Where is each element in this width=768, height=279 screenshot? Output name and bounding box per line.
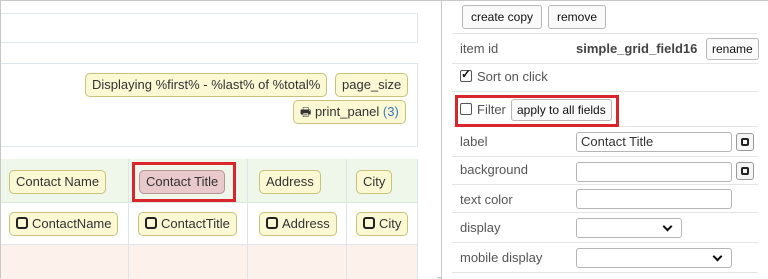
selection-highlight-box xyxy=(132,162,236,202)
text-color-input[interactable] xyxy=(576,189,732,209)
app-window: Displaying %first% - %last% of %total% p… xyxy=(0,0,768,279)
label-label: label xyxy=(460,134,488,149)
printer-icon: 🖶 xyxy=(300,105,312,119)
filter-highlight-box xyxy=(455,95,619,127)
header-field-contact-name[interactable]: Contact Name xyxy=(9,170,107,194)
data-field-contacttitle[interactable]: ContactTitle xyxy=(138,212,237,236)
actions-row: create copy remove xyxy=(452,1,758,34)
sort-on-click-checkbox[interactable] xyxy=(460,67,472,82)
label-input[interactable]: Contact Title xyxy=(576,132,732,152)
sort-on-click-label: Sort on click xyxy=(477,69,548,84)
header-field-address[interactable]: Address xyxy=(259,170,321,194)
item-id-value: simple_grid_field16 xyxy=(576,41,698,56)
text-color-label: text color xyxy=(460,192,513,207)
page-size-label: page_size xyxy=(342,77,402,92)
data-field-label: City xyxy=(379,216,402,231)
grid-toolbar: Displaying %first% - %last% of %total% p… xyxy=(1,63,418,147)
data-field-address[interactable]: Address xyxy=(259,212,337,236)
item-id-row: item id simple_grid_field16 rename xyxy=(452,34,759,64)
column-divider xyxy=(247,159,248,279)
rename-button[interactable]: rename xyxy=(706,38,759,60)
print-panel-count: (3) xyxy=(382,104,399,119)
background-input[interactable] xyxy=(576,162,732,182)
print-panel-chip[interactable]: 🖶 print_panel (3) xyxy=(293,100,406,124)
data-field-city[interactable]: City xyxy=(356,212,409,236)
background-label: background xyxy=(460,162,528,177)
data-field-contactname[interactable]: ContactName xyxy=(9,212,119,236)
background-color-button[interactable] xyxy=(736,162,754,180)
mobile-display-label: mobile display xyxy=(460,250,543,265)
column-divider xyxy=(128,159,129,279)
field-square-icon xyxy=(363,217,375,229)
remove-button[interactable]: remove xyxy=(548,5,607,29)
field-square-icon xyxy=(16,217,28,229)
sort-on-click-row: Sort on click xyxy=(452,64,758,92)
mobile-display-select[interactable] xyxy=(576,248,732,268)
display-range-chip[interactable]: Displaying %first% - %last% of %total% xyxy=(85,73,328,97)
column-divider xyxy=(346,159,347,279)
header-field-label: Address xyxy=(266,174,314,189)
print-panel-label: print_panel xyxy=(314,104,380,119)
data-field-label: ContactName xyxy=(32,216,112,231)
square-icon xyxy=(741,167,749,175)
header-field-label: City xyxy=(363,174,386,189)
designer-canvas: Displaying %first% - %last% of %total% p… xyxy=(1,1,437,279)
create-copy-button[interactable]: create copy xyxy=(462,5,543,29)
label-row: label Contact Title xyxy=(452,129,758,157)
properties-panel: create copy remove item id simple_grid_f… xyxy=(441,1,768,279)
data-field-label: Address xyxy=(282,216,330,231)
column-divider xyxy=(417,159,418,279)
grid-preview: Contact Name Contact Title Address City … xyxy=(1,159,418,279)
square-icon xyxy=(741,138,749,146)
label-edit-button[interactable] xyxy=(736,133,754,151)
mobile-display-row: mobile display xyxy=(452,243,758,273)
display-label: display xyxy=(460,220,501,235)
designer-top-bar xyxy=(1,13,418,43)
header-field-city[interactable]: City xyxy=(356,170,393,194)
grid-empty-row xyxy=(1,245,418,279)
background-row: background xyxy=(452,157,758,185)
page-size-chip[interactable]: page_size xyxy=(335,73,409,97)
item-id-label: item id xyxy=(460,41,499,56)
text-color-row: text color xyxy=(452,185,758,213)
field-square-icon xyxy=(145,217,157,229)
field-square-icon xyxy=(266,217,278,229)
header-field-label: Contact Name xyxy=(16,174,100,189)
data-field-label: ContactTitle xyxy=(161,216,230,231)
display-row: display xyxy=(452,213,758,243)
display-range-label: Displaying %first% - %last% of %total% xyxy=(92,77,321,92)
